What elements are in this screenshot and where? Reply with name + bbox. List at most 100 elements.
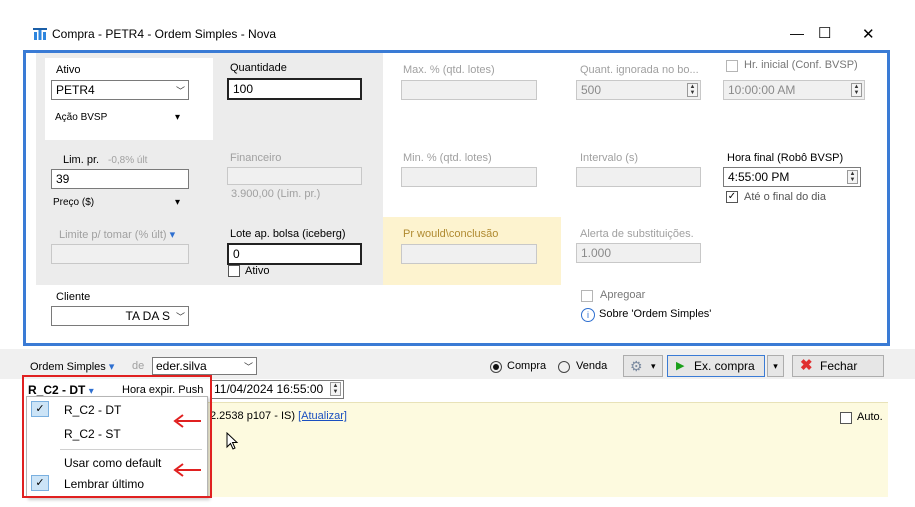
maximize-button[interactable]: ☐ — [818, 24, 831, 42]
fechar-label: Fechar — [820, 359, 858, 373]
pr-would-input[interactable] — [401, 244, 537, 264]
compra-label: Compra — [507, 360, 547, 372]
title-bar: Compra - PETR4 - Ordem Simples - Nova — … — [0, 22, 915, 48]
close-x-icon: ✖ — [800, 357, 813, 374]
ativo-combo[interactable]: PETR4 ﹀ — [51, 80, 189, 100]
compra-radio[interactable] — [490, 361, 502, 373]
red-arrow-icon — [173, 463, 201, 477]
financeiro-input[interactable] — [227, 167, 362, 185]
hr-inicial-value: 10:00:00 AM — [728, 83, 796, 97]
financeiro-value: 3.900,00 (Lim. pr.) — [231, 188, 321, 200]
min-pct-label: Min. % (qtd. lotes) — [403, 152, 492, 164]
dropdown-arrow-icon: ▾ — [773, 361, 778, 371]
quantidade-input[interactable]: 100 — [227, 78, 362, 100]
lim-pr-tipo-select[interactable]: Preço ($) ▾ — [53, 197, 180, 208]
ordem-simples-menu[interactable]: Ordem Simples ▾ — [30, 360, 114, 373]
hora-final-label: Hora final (Robô BVSP) — [727, 152, 844, 164]
max-pct-label: Max. % (qtd. lotes) — [403, 64, 495, 76]
hora-final-input[interactable]: 4:55:00 PM ▲ ▼ — [723, 167, 861, 187]
quant-ignorada-input[interactable]: 500 ▲ ▼ — [576, 80, 701, 100]
quant-ignorada-value: 500 — [581, 83, 602, 97]
cliente-combo[interactable]: TA DA S ﹀ — [51, 306, 189, 326]
ativo-tipo-value: Ação BVSP — [55, 112, 108, 123]
lim-pr-pct: -0,8% últ — [108, 155, 148, 166]
alerta-subst-label: Alerta de substituições. — [580, 228, 694, 240]
lote-ativo-checkbox[interactable] — [228, 265, 240, 277]
hr-inicial-input[interactable]: 10:00:00 AM ▲ ▼ — [723, 80, 865, 100]
spin-icon[interactable]: ▲ ▼ — [687, 83, 698, 97]
spin-icon[interactable]: ▲ ▼ — [851, 83, 862, 97]
alerta-subst-input[interactable]: 1.000 — [576, 243, 701, 263]
hora-expir-value: 11/04/2024 16:55:00 — [214, 382, 324, 396]
venda-radio[interactable] — [558, 361, 570, 373]
spin-icon[interactable]: ▲ ▼ — [847, 170, 858, 184]
ate-final-label: Até o final do dia — [744, 191, 826, 203]
atualizar-link[interactable]: [Atualizar] — [298, 410, 347, 422]
ordem-simples-text: Ordem Simples — [30, 361, 106, 373]
lim-pr-input[interactable]: 39 — [51, 169, 189, 189]
intervalo-input[interactable] — [576, 167, 701, 187]
lote-ap-label: Lote ap. bolsa (iceberg) — [230, 228, 346, 240]
hr-inicial-checkbox[interactable] — [726, 60, 738, 72]
financeiro-label: Financeiro — [230, 152, 282, 164]
info-icon[interactable]: i — [581, 308, 595, 322]
window-title: Compra - PETR4 - Ordem Simples - Nova — [52, 27, 277, 41]
lote-ativo-label: Ativo — [245, 265, 270, 277]
lim-pr-value: 39 — [56, 172, 70, 186]
gear-icon: ⚙ — [630, 358, 643, 374]
auto-checkbox[interactable] — [840, 412, 852, 424]
user-value: eder.silva — [156, 359, 207, 373]
lim-pr-label: Lim. pr. — [63, 154, 100, 166]
user-combo[interactable]: eder.silva ﹀ — [152, 357, 257, 375]
intervalo-label: Intervalo (s) — [580, 152, 639, 164]
info-text: 2.2538 p107 - IS) [Atualizar] — [210, 410, 347, 422]
app-icon — [33, 28, 47, 40]
settings-button[interactable]: ⚙ ▾ — [623, 355, 663, 377]
de-label: de — [132, 360, 145, 372]
dropdown-arrow-icon: ▾ — [175, 197, 181, 208]
pr-would-label: Pr would\conclusão — [403, 228, 499, 240]
hora-final-value: 4:55:00 PM — [728, 170, 790, 184]
quant-ignorada-label: Quant. ignorada no bo... — [580, 64, 699, 76]
dropdown-arrow-icon[interactable]: ▾ — [170, 229, 176, 241]
dropdown-arrow-icon: ▾ — [651, 361, 656, 371]
ex-compra-button[interactable]: ▶ Ex. compra — [667, 355, 765, 377]
ex-compra-dropdown[interactable]: ▾ — [767, 355, 784, 377]
lote-ap-value: 0 — [233, 247, 240, 261]
limite-tomar-text: Limite p/ tomar (% últ) — [59, 229, 167, 241]
quantidade-value: 100 — [233, 82, 254, 96]
minimize-button[interactable]: — — [790, 25, 804, 41]
sobre-link[interactable]: Sobre 'Ordem Simples' — [599, 308, 711, 320]
chevron-down-icon: ﹀ — [243, 362, 253, 372]
ativo-value: PETR4 — [56, 83, 95, 97]
order-form-panel: Ativo PETR4 ﹀ Ação BVSP ▾ Quantidade 100 M… — [23, 50, 890, 346]
min-pct-input[interactable] — [401, 167, 537, 187]
ate-final-checkbox[interactable]: ✓ — [726, 191, 738, 203]
spin-icon[interactable]: ▲ ▼ — [330, 382, 341, 396]
venda-label: Venda — [576, 360, 608, 372]
mouse-cursor-icon — [226, 432, 239, 450]
quantidade-label: Quantidade — [230, 62, 287, 74]
close-button[interactable]: ✕ — [862, 25, 875, 43]
chevron-down-icon: ﹀ — [175, 86, 185, 96]
hora-expir-input[interactable]: 11/04/2024 16:55:00 ▲ ▼ — [210, 380, 344, 399]
chevron-down-icon: ﹀ — [175, 312, 185, 322]
auto-label: Auto. — [857, 411, 883, 423]
hr-inicial-label: Hr. inicial (Conf. BVSP) — [744, 59, 858, 71]
limite-tomar-label: Limite p/ tomar (% últ) ▾ — [59, 228, 175, 241]
ex-compra-label: Ex. compra — [694, 359, 755, 373]
lim-pr-tipo-value: Preço ($) — [53, 197, 95, 208]
apregoar-checkbox[interactable] — [581, 290, 593, 302]
cliente-label: Cliente — [56, 291, 91, 303]
fechar-button[interactable]: ✖ Fechar — [792, 355, 884, 377]
lote-ap-input[interactable]: 0 — [227, 243, 362, 265]
ativo-label: Ativo — [56, 64, 81, 76]
alerta-subst-value: 1.000 — [581, 246, 612, 260]
max-pct-input[interactable] — [401, 80, 537, 100]
info-text-value: 2.2538 p107 - IS) — [210, 410, 296, 422]
red-arrow-icon — [173, 414, 201, 428]
ativo-tipo-select[interactable]: Ação BVSP ▾ — [55, 112, 180, 123]
limite-tomar-input[interactable] — [51, 244, 189, 264]
dropdown-arrow-icon: ▾ — [108, 361, 115, 373]
play-icon: ▶ — [676, 360, 685, 372]
